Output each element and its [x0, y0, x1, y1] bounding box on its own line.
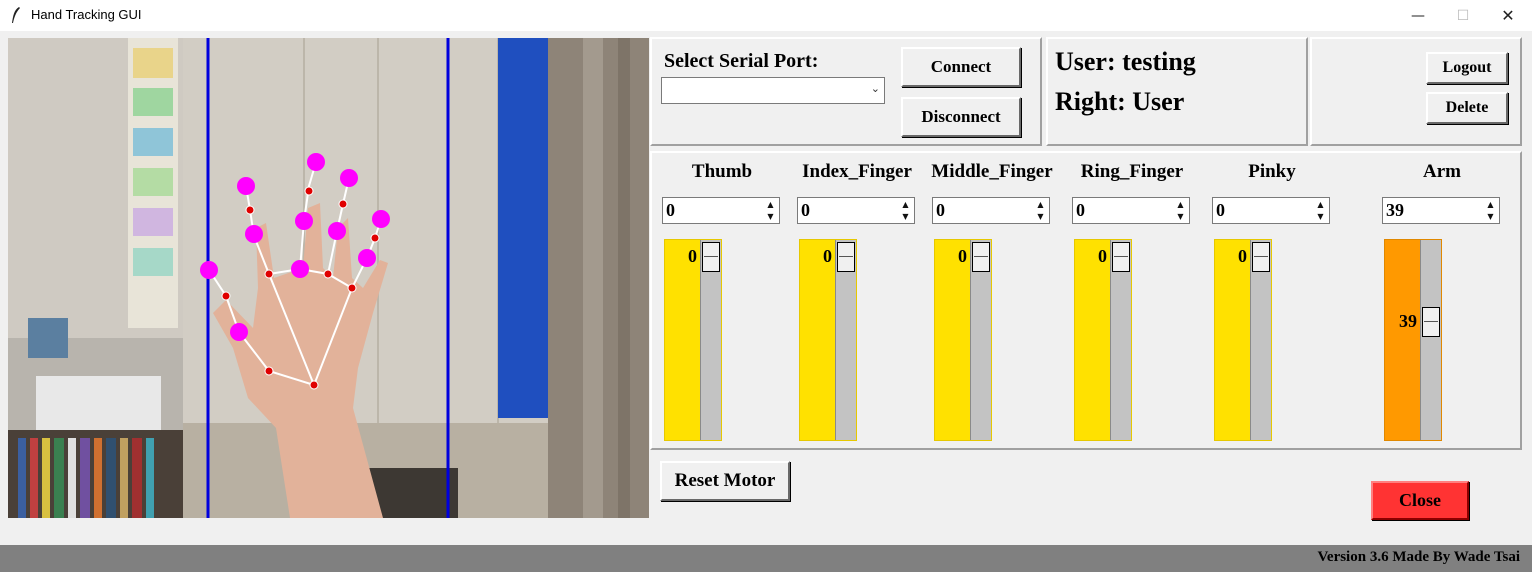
scale-value: 0 — [1238, 246, 1247, 266]
status-bar: Version 3.6 Made By Wade Tsai — [0, 545, 1532, 572]
scale-slider-handle[interactable] — [837, 242, 855, 272]
connect-button[interactable]: Connect — [901, 47, 1021, 87]
serial-port-label: Select Serial Port: — [664, 50, 819, 72]
motor-scale[interactable]: 0 — [1074, 239, 1132, 441]
title-bar: Hand Tracking GUI — ☐ ✕ — [0, 0, 1532, 31]
minimize-icon[interactable]: — — [1395, 0, 1441, 31]
motor-column-middle-finger: Middle_Finger 0 ▲ ▼ 0 — [930, 153, 1054, 448]
user-info-panel: User: testing Right: User — [1046, 37, 1308, 146]
motor-scale[interactable]: 0 — [934, 239, 992, 441]
spin-up-icon[interactable]: ▲ — [1032, 198, 1049, 211]
motor-column-arm: Arm 39 ▲ ▼ 39 — [1380, 153, 1504, 448]
spin-up-icon[interactable]: ▲ — [1312, 198, 1329, 211]
spin-up-icon[interactable]: ▲ — [1172, 198, 1189, 211]
maximize-icon[interactable]: ☐ — [1440, 0, 1486, 31]
logout-button[interactable]: Logout — [1426, 52, 1508, 84]
spinbox-value: 0 — [936, 200, 945, 220]
spin-up-icon[interactable]: ▲ — [1482, 198, 1499, 211]
scale-trough[interactable] — [1420, 240, 1441, 440]
spin-down-icon[interactable]: ▼ — [897, 211, 914, 224]
motor-column-index-finger: Index_Finger 0 ▲ ▼ 0 — [795, 153, 919, 448]
spin-down-icon[interactable]: ▼ — [1032, 211, 1049, 224]
motor-label: Pinky — [1248, 161, 1296, 182]
motor-spinbox[interactable]: 0 ▲ ▼ — [797, 197, 915, 224]
scale-value: 39 — [1399, 311, 1417, 331]
motor-spinbox[interactable]: 39 ▲ ▼ — [1382, 197, 1500, 224]
scale-value: 0 — [688, 246, 697, 266]
motor-scale[interactable]: 0 — [799, 239, 857, 441]
camera-image — [8, 38, 649, 518]
scale-slider-handle[interactable] — [1252, 242, 1270, 272]
chevron-down-icon[interactable]: ⌄ — [871, 82, 880, 95]
spinbox-value: 0 — [801, 200, 810, 220]
motor-spinbox[interactable]: 0 ▲ ▼ — [662, 197, 780, 224]
spin-down-icon[interactable]: ▼ — [1312, 211, 1329, 224]
user-right-text: Right: User — [1055, 87, 1185, 116]
user-name-text: User: testing — [1055, 47, 1196, 76]
spinbox-value: 39 — [1386, 200, 1404, 220]
motor-column-ring-finger: Ring_Finger 0 ▲ ▼ 0 — [1070, 153, 1194, 448]
version-text: Version 3.6 Made By Wade Tsai — [1317, 549, 1520, 565]
spin-down-icon[interactable]: ▼ — [762, 211, 779, 224]
motor-scale[interactable]: 39 — [1384, 239, 1442, 441]
disconnect-button[interactable]: Disconnect — [901, 97, 1021, 137]
scale-slider-handle[interactable] — [1112, 242, 1130, 272]
spin-up-icon[interactable]: ▲ — [897, 198, 914, 211]
scale-slider-handle[interactable] — [972, 242, 990, 272]
scale-value: 0 — [823, 246, 832, 266]
serial-panel: Select Serial Port: ⌄ Connect Disconnect — [650, 37, 1042, 146]
spinbox-value: 0 — [1076, 200, 1085, 220]
scale-slider-handle[interactable] — [702, 242, 720, 272]
motor-label: Thumb — [691, 161, 753, 182]
motor-column-pinky: Pinky 0 ▲ ▼ 0 — [1210, 153, 1334, 448]
motor-scale[interactable]: 0 — [664, 239, 722, 441]
delete-button[interactable]: Delete — [1426, 92, 1508, 124]
motor-scale[interactable]: 0 — [1214, 239, 1272, 441]
spin-down-icon[interactable]: ▼ — [1482, 211, 1499, 224]
spin-up-icon[interactable]: ▲ — [762, 198, 779, 211]
scale-value: 0 — [1098, 246, 1107, 266]
camera-feed — [8, 38, 649, 518]
motor-spinbox[interactable]: 0 ▲ ▼ — [1212, 197, 1330, 224]
spinbox-value: 0 — [1216, 200, 1225, 220]
motor-label: Index_Finger — [802, 161, 912, 182]
motor-column-thumb: Thumb 0 ▲ ▼ 0 — [660, 153, 784, 448]
scale-slider-handle[interactable] — [1422, 307, 1440, 337]
account-panel: Logout Delete — [1310, 37, 1522, 146]
motor-label: Middle_Finger — [931, 161, 1053, 182]
reset-motor-button[interactable]: Reset Motor — [660, 461, 790, 501]
motor-spinbox[interactable]: 0 ▲ ▼ — [1072, 197, 1190, 224]
feather-icon — [12, 7, 20, 23]
motor-label: Ring_Finger — [1080, 161, 1184, 182]
close-icon[interactable]: ✕ — [1485, 0, 1531, 31]
spin-down-icon[interactable]: ▼ — [1172, 211, 1189, 224]
motor-spinbox[interactable]: 0 ▲ ▼ — [932, 197, 1050, 224]
window-title: Hand Tracking GUI — [31, 7, 142, 22]
motor-label: Arm — [1423, 161, 1461, 182]
scale-value: 0 — [958, 246, 967, 266]
motor-control-panel: Thumb 0 ▲ ▼ 0 Index_Finger 0 ▲ ▼ 0 Middle_… — [650, 151, 1522, 450]
serial-port-dropdown[interactable]: ⌄ — [661, 77, 885, 104]
close-button[interactable]: Close — [1371, 481, 1469, 520]
spinbox-value: 0 — [666, 200, 675, 220]
